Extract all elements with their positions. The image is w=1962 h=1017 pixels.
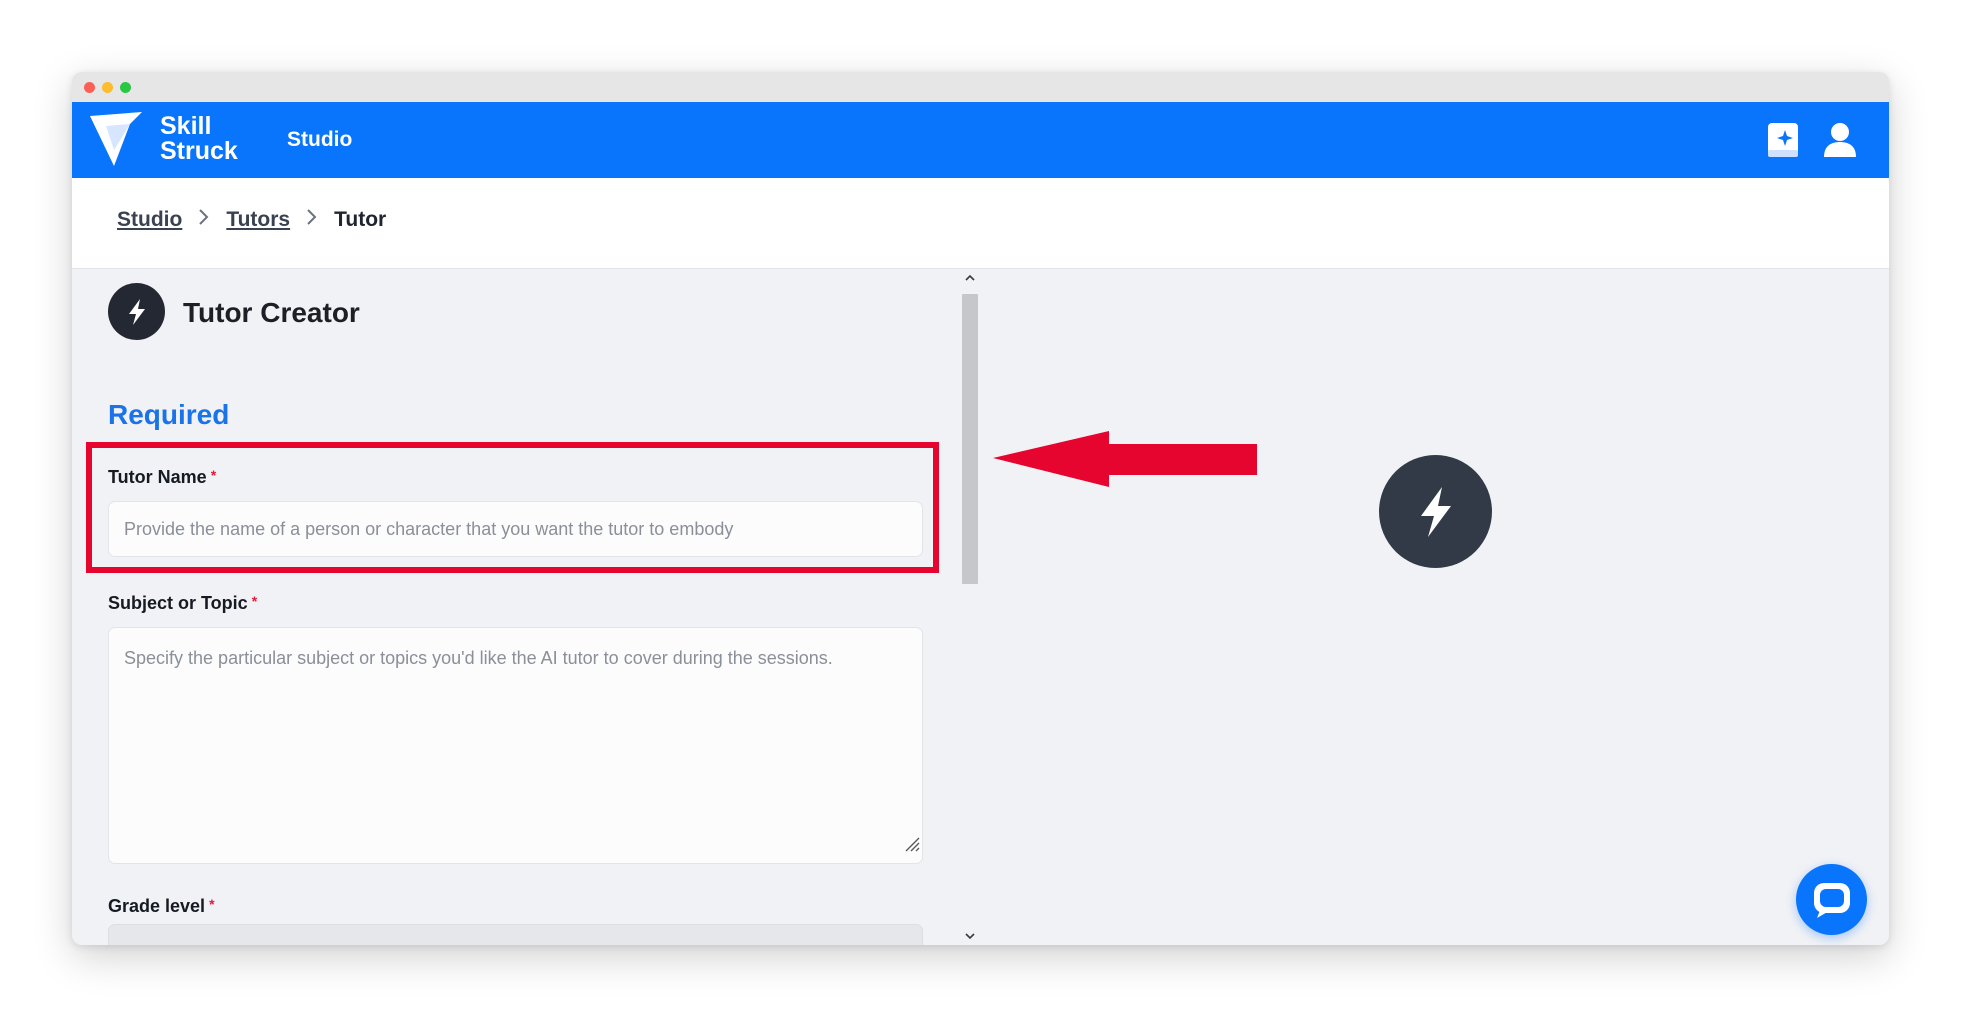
skill-struck-logo-icon[interactable]: [86, 110, 146, 170]
user-icon[interactable]: [1818, 118, 1862, 162]
chevron-right-icon: [198, 208, 210, 232]
form-scrollbar[interactable]: [960, 269, 980, 945]
chat-bubble-icon: [1813, 882, 1850, 918]
annotation-arrow: [993, 431, 1257, 487]
breadcrumb-bar: Studio Tutors Tutor: [72, 178, 1889, 269]
minimize-window-button[interactable]: [102, 82, 113, 93]
browser-window: Skill Struck Studio Studio Tutors Tutor …: [72, 72, 1889, 945]
brand-logo-text[interactable]: Skill Struck: [160, 114, 270, 164]
app-header: Skill Struck Studio: [72, 102, 1889, 178]
window-titlebar: [72, 72, 1889, 102]
book-sparkle-icon[interactable]: [1762, 118, 1806, 162]
scroll-up-arrow-icon[interactable]: [963, 271, 977, 285]
lightning-bolt-icon: [108, 283, 165, 340]
tutor-preview-panel: [980, 269, 1889, 945]
grade-level-select[interactable]: [108, 924, 923, 945]
chat-support-button[interactable]: [1796, 864, 1867, 935]
subject-topic-textarea[interactable]: [108, 627, 923, 864]
breadcrumb: Studio Tutors Tutor: [117, 208, 386, 232]
lightning-bolt-icon: [1379, 455, 1492, 568]
maximize-window-button[interactable]: [120, 82, 131, 93]
page-title: Tutor Creator: [183, 297, 360, 328]
breadcrumb-link-studio[interactable]: Studio: [117, 208, 182, 232]
annotation-highlight-box: [86, 442, 939, 573]
chevron-right-icon: [306, 208, 318, 232]
required-asterisk: *: [209, 896, 215, 912]
breadcrumb-current: Tutor: [334, 208, 387, 231]
grade-level-label: Grade level *: [108, 896, 215, 916]
studio-nav-link[interactable]: Studio: [287, 128, 352, 152]
subject-topic-label: Subject or Topic *: [108, 593, 258, 613]
tutor-form-panel: Tutor Creator Required Tutor Name* Subje…: [72, 269, 960, 945]
required-asterisk: *: [251, 593, 258, 609]
scroll-down-arrow-icon[interactable]: [963, 929, 977, 943]
close-window-button[interactable]: [84, 82, 95, 93]
resize-handle-icon[interactable]: [904, 836, 920, 852]
required-section-heading: Required: [108, 399, 230, 430]
scrollbar-thumb[interactable]: [962, 294, 978, 584]
breadcrumb-link-tutors[interactable]: Tutors: [226, 208, 290, 232]
